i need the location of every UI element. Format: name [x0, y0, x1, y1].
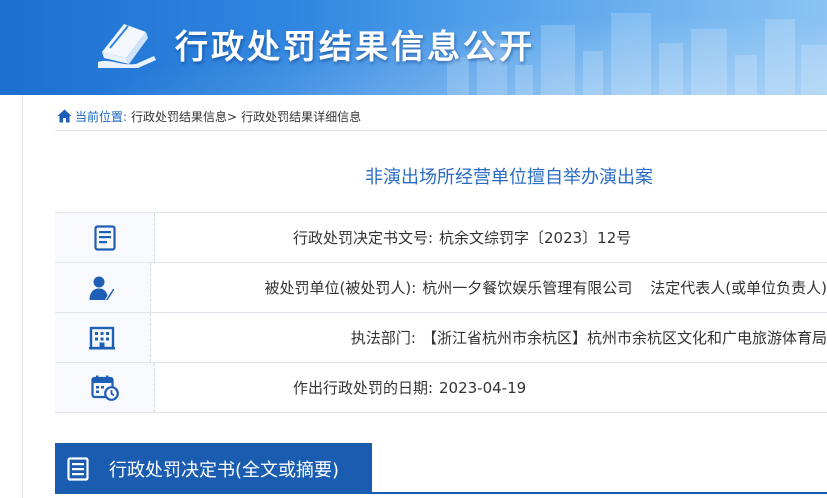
breadcrumb-divider [55, 130, 827, 131]
info-row-decision-number: 行政处罚决定书文号: 杭余文综罚字〔2023〕12号 [55, 213, 827, 263]
breadcrumb: 当前位置: 行政处罚结果信息> 行政处罚结果详细信息 [57, 107, 361, 125]
home-icon [57, 109, 72, 123]
case-title: 非演出场所经营单位擅自举办演出案 [365, 167, 653, 188]
legal-representative-label: 法定代表人(或单位负责人) [650, 279, 827, 297]
info-row-enforcement-dept: 执法部门: 【浙江省杭州市余杭区】杭州市余杭区文化和广电旅游体育局 [55, 313, 827, 363]
decision-number-label: 行政处罚决定书文号: [292, 229, 433, 247]
header-banner: 行政处罚结果信息公开 [0, 0, 827, 95]
info-row-penalty-date: 作出行政处罚的日期: 2023-04-19 [55, 363, 827, 413]
page-left-rule [22, 95, 23, 498]
breadcrumb-current: 行政处罚结果详细信息 [241, 109, 362, 124]
document-icon [67, 456, 89, 481]
breadcrumb-link-results[interactable]: 行政处罚结果信息> [131, 108, 237, 125]
penalized-party-label: 被处罚单位(被处罚人): [264, 279, 417, 297]
book-hand-icon [98, 24, 156, 68]
penalized-party-value: 杭州一夕餐饮娱乐管理有限公司 [422, 279, 633, 297]
enforcement-dept-value: 【浙江省杭州市余杭区】杭州市余杭区文化和广电旅游体育局 [421, 329, 827, 347]
site-title: 行政处罚结果信息公开 [175, 27, 535, 66]
penalty-info-table: 行政处罚决定书文号: 杭余文综罚字〔2023〕12号 被处罚单位(被处罚人): … [55, 212, 827, 413]
decision-document-section-header: 行政处罚决定书(全文或摘要) [55, 443, 372, 494]
document-list-icon [93, 224, 116, 251]
building-icon [89, 326, 116, 349]
penalty-date-label: 作出行政处罚的日期: [292, 379, 433, 397]
person-pen-icon [89, 276, 116, 301]
breadcrumb-label: 当前位置: [75, 109, 128, 124]
penalty-date-value: 2023-04-19 [439, 378, 527, 397]
info-row-penalized-party: 被处罚单位(被处罚人): 杭州一夕餐饮娱乐管理有限公司 法定代表人(或单位负责人) [55, 263, 827, 313]
enforcement-dept-label: 执法部门: [350, 329, 416, 347]
calendar-clock-icon [90, 375, 119, 401]
decision-number-value: 杭余文综罚字〔2023〕12号 [439, 229, 632, 247]
section-title: 行政处罚决定书(全文或摘要) [109, 459, 340, 481]
